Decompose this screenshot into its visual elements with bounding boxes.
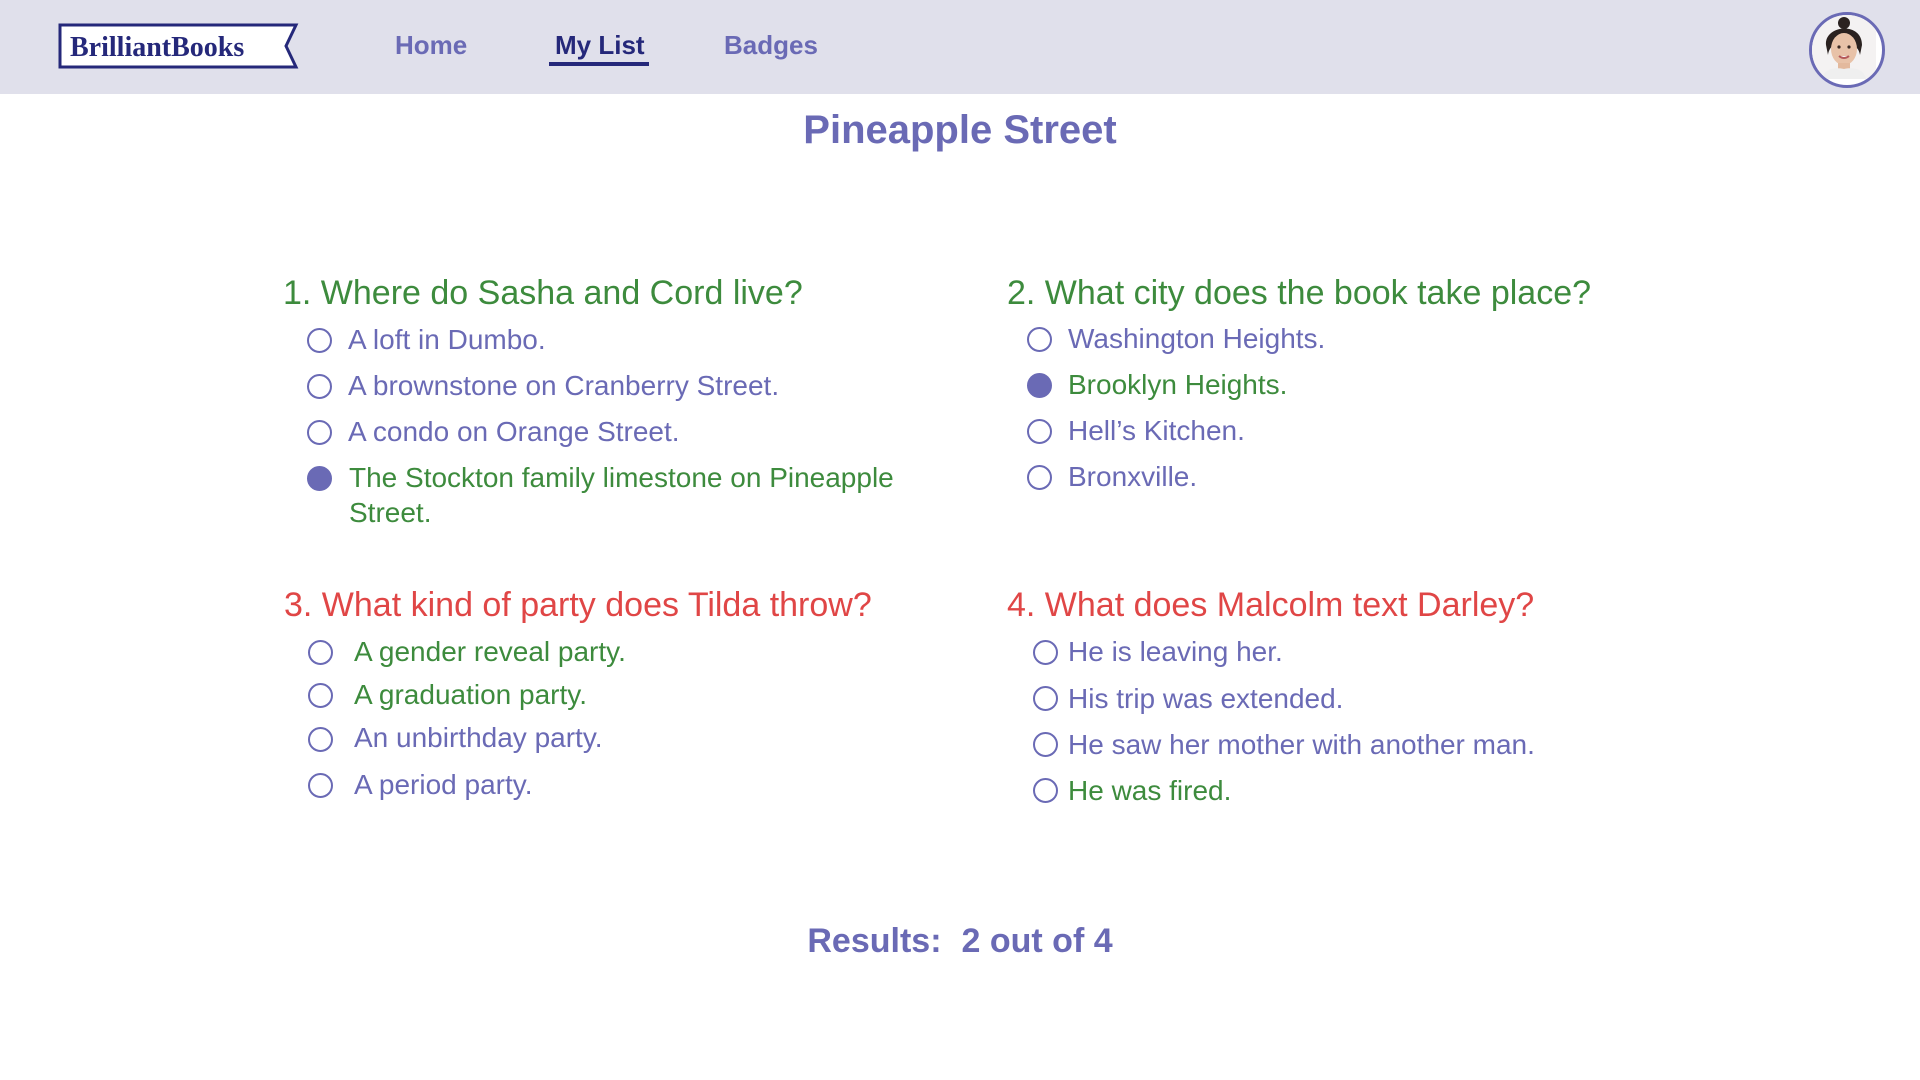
question-1-option-2-radio[interactable]: [307, 374, 332, 399]
question-1-option-2-label[interactable]: A brownstone on Cranberry Street.: [348, 368, 779, 403]
question-4-option-4-label[interactable]: He was fired.: [1068, 773, 1231, 808]
nav-my-list-link[interactable]: My List: [555, 30, 645, 61]
question-3-option-4-radio[interactable]: [308, 773, 333, 798]
question-3-option-4-label[interactable]: A period party.: [354, 767, 532, 802]
question-2-option-1-radio[interactable]: [1027, 327, 1052, 352]
question-2-option-1-label[interactable]: Washington Heights.: [1068, 321, 1325, 356]
nav-home-link[interactable]: Home: [395, 30, 467, 61]
user-avatar[interactable]: [1809, 12, 1885, 88]
question-2-option-2-radio[interactable]: [1027, 373, 1052, 398]
results-label: Results:: [807, 922, 942, 960]
page-title: Pineapple Street: [803, 108, 1117, 152]
question-2-option-3-label[interactable]: Hell’s Kitchen.: [1068, 413, 1245, 448]
question-1-text: 1. Where do Sasha and Cord live?: [283, 274, 803, 312]
user-avatar-icon: [1812, 15, 1876, 79]
results-summary: Results: 2 out of 4: [0, 922, 1920, 961]
question-2-option-4-label[interactable]: Bronxville.: [1068, 459, 1197, 494]
question-4-text: 4. What does Malcolm text Darley?: [1007, 586, 1535, 624]
question-3-option-1-label[interactable]: A gender reveal party.: [354, 634, 626, 669]
nav-badges-link[interactable]: Badges: [724, 30, 818, 61]
top-nav-bar: BrilliantBooks Home My List Badges: [0, 0, 1920, 94]
question-3-option-2-radio[interactable]: [308, 683, 333, 708]
logo-text: BrilliantBooks: [70, 32, 244, 63]
question-4-option-1-label[interactable]: He is leaving her.: [1068, 634, 1283, 669]
question-2-option-4-radio[interactable]: [1027, 465, 1052, 490]
question-2-option-2-label[interactable]: Brooklyn Heights.: [1068, 367, 1287, 402]
question-1-option-1-radio[interactable]: [307, 328, 332, 353]
question-4-option-4-radio[interactable]: [1033, 778, 1058, 803]
question-4-option-2-label[interactable]: His trip was extended.: [1068, 681, 1343, 716]
question-3-option-1-radio[interactable]: [308, 640, 333, 665]
question-2-text: 2. What city does the book take place?: [1007, 274, 1592, 312]
question-1-option-4-radio[interactable]: [307, 466, 332, 491]
active-nav-underline: [549, 62, 649, 66]
question-3-text: 3. What kind of party does Tilda throw?: [284, 586, 872, 624]
question-3-option-3-radio[interactable]: [308, 727, 333, 752]
question-4-option-3-label[interactable]: He saw her mother with another man.: [1068, 727, 1535, 762]
question-1-option-1-label[interactable]: A loft in Dumbo.: [348, 322, 546, 357]
question-4-option-1-radio[interactable]: [1033, 640, 1058, 665]
question-1-option-4-label[interactable]: The Stockton family limestone on Pineapp…: [349, 460, 969, 530]
question-1-option-3-radio[interactable]: [307, 420, 332, 445]
question-4-option-2-radio[interactable]: [1033, 686, 1058, 711]
question-2-option-3-radio[interactable]: [1027, 419, 1052, 444]
question-3-option-2-label[interactable]: A graduation party.: [354, 677, 587, 712]
question-4-option-3-radio[interactable]: [1033, 732, 1058, 757]
question-1-option-3-label[interactable]: A condo on Orange Street.: [348, 414, 680, 449]
brilliantbooks-logo[interactable]: BrilliantBooks: [58, 23, 306, 69]
question-3-option-3-label[interactable]: An unbirthday party.: [354, 720, 603, 755]
results-value: 2 out of 4: [961, 922, 1113, 960]
